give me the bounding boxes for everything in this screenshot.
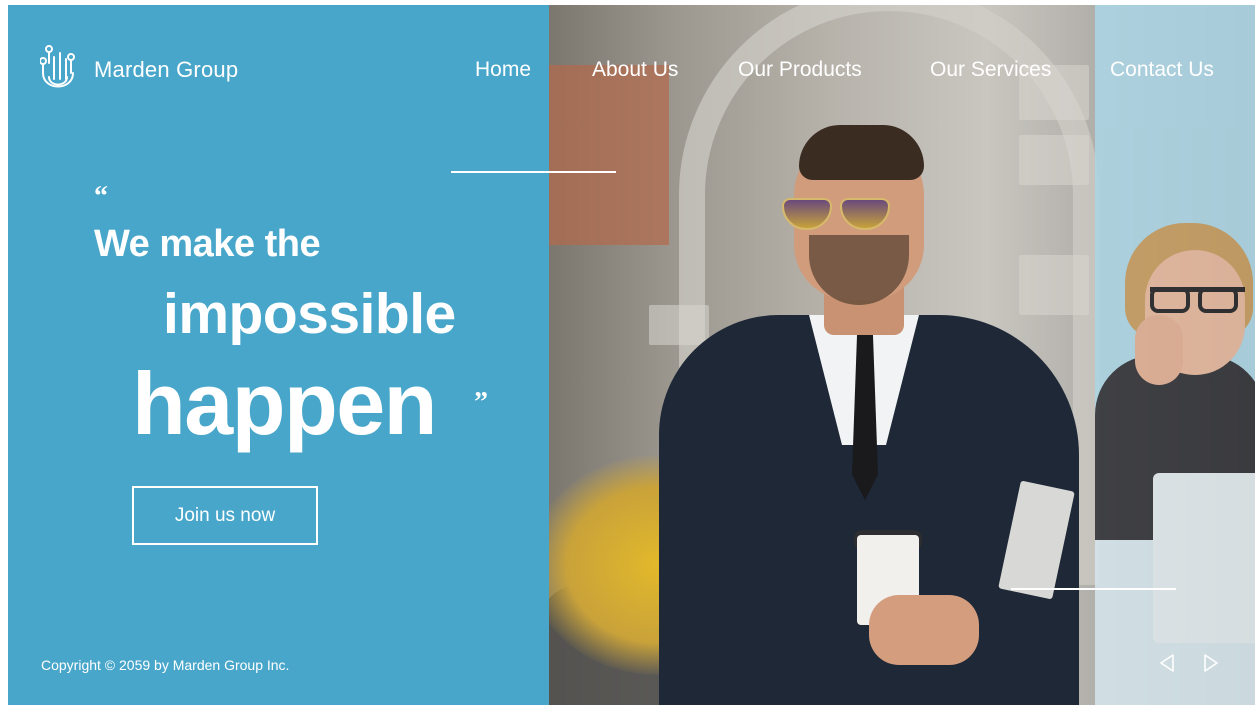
opening-quote-mark: “ (94, 181, 108, 212)
nav-item-our-services[interactable]: Our Services (930, 58, 1051, 82)
sunglasses (782, 198, 932, 230)
woman-glasses (1150, 287, 1245, 313)
landing-page: Marden Group Home About Us Our Products … (8, 5, 1255, 705)
hair (799, 125, 924, 180)
laptop (1153, 473, 1255, 643)
decorative-line-top (451, 171, 616, 173)
carousel-controls (1158, 653, 1220, 673)
sunglasses-lens (782, 198, 832, 230)
join-us-button[interactable]: Join us now (132, 486, 318, 545)
sunglasses-lens (840, 198, 890, 230)
decorative-line-bottom (1011, 588, 1176, 590)
main-nav: Home About Us Our Products Our Services … (8, 58, 1255, 90)
nav-item-contact-us[interactable]: Contact Us (1110, 58, 1214, 82)
businessman-figure (649, 125, 1089, 705)
copyright-text: Copyright © 2059 by Marden Group Inc. (41, 657, 290, 673)
triangle-left-icon[interactable] (1158, 653, 1176, 673)
woman-hand (1135, 315, 1183, 385)
nav-item-about-us[interactable]: About Us (592, 58, 678, 82)
triangle-right-icon[interactable] (1202, 653, 1220, 673)
headline-line-1: We make the (94, 223, 321, 265)
nav-item-our-products[interactable]: Our Products (738, 58, 862, 82)
closing-quote-mark: ” (474, 387, 488, 418)
hand (869, 595, 979, 665)
secondary-photo-panel (1095, 5, 1255, 705)
headline-line-2: impossible (163, 282, 456, 346)
hero-photo (549, 5, 1255, 705)
nav-item-home[interactable]: Home (475, 58, 531, 82)
headline-line-3: happen (132, 354, 437, 453)
